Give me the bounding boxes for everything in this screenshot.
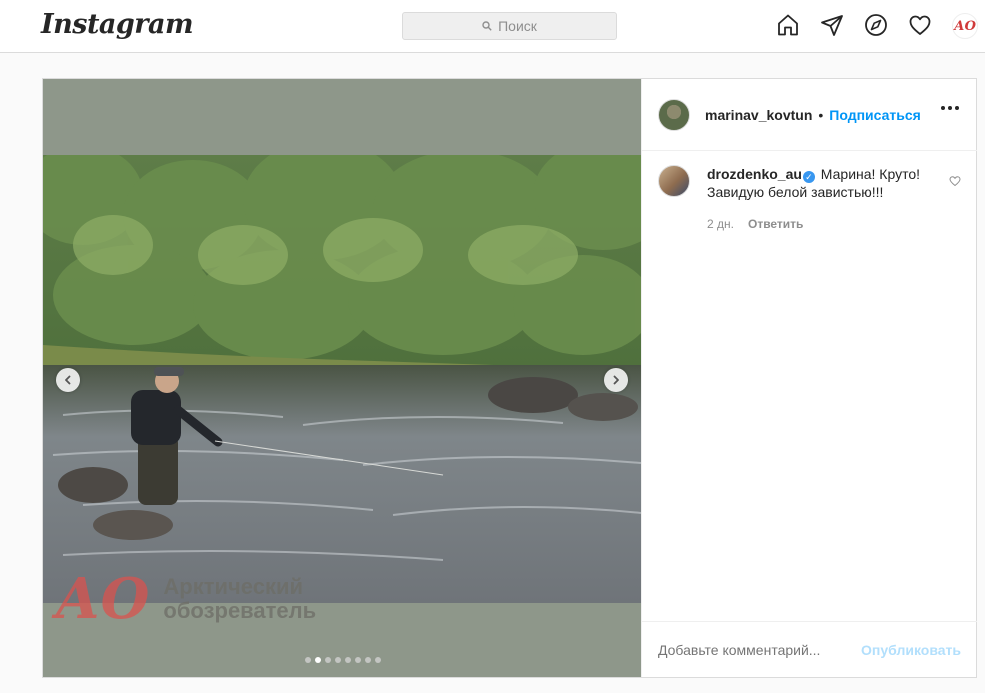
watermark-line2: обозреватель: [163, 598, 317, 623]
carousel-dot: [345, 657, 351, 663]
comment-avatar[interactable]: [658, 165, 690, 197]
comment-username[interactable]: drozdenko_au: [707, 166, 802, 182]
instagram-logo[interactable]: Instagram: [41, 9, 194, 40]
watermark-line1: Арктический: [163, 573, 304, 599]
carousel-dot: [335, 657, 341, 663]
comment-input[interactable]: [658, 641, 862, 658]
watermark-logo: АО: [55, 566, 150, 632]
activity-heart-icon[interactable]: [908, 13, 934, 39]
follow-button[interactable]: Подписаться: [829, 107, 921, 123]
chevron-right-icon: [613, 375, 619, 385]
more-options-icon[interactable]: [941, 106, 959, 110]
post-modal: АО Арктический обозреватель marinav_kovt…: [42, 78, 977, 678]
carousel-dot: [325, 657, 331, 663]
carousel-prev-button[interactable]: [56, 368, 80, 392]
author-username[interactable]: marinav_kovtun: [705, 107, 812, 123]
carousel-dot: [365, 657, 371, 663]
comment-meta: 2 дн. Ответить: [707, 217, 803, 231]
search-placeholder: Поиск: [498, 18, 537, 34]
post-photo: [43, 155, 641, 603]
comment-body: drozdenko_au ✓ Марина! Круто! Завидую бел…: [707, 165, 945, 201]
comment-time[interactable]: 2 дн.: [707, 217, 734, 231]
home-icon[interactable]: [776, 13, 802, 39]
explore-icon[interactable]: [864, 13, 890, 39]
post-media: АО Арктический обозреватель: [43, 79, 641, 677]
add-comment-bar: Опубликовать: [642, 621, 977, 677]
top-navigation-bar: Instagram Поиск АО: [0, 0, 985, 53]
chevron-left-icon: [65, 375, 71, 385]
carousel-dot: [305, 657, 311, 663]
comment-like-heart-icon[interactable]: [949, 175, 961, 187]
author-avatar[interactable]: [658, 98, 690, 131]
search-input[interactable]: Поиск: [402, 12, 617, 40]
post-header: marinav_kovtun • Подписаться: [642, 79, 977, 151]
watermark-text: Арктический обозреватель: [163, 573, 317, 623]
profile-avatar-initials: АО: [952, 13, 978, 39]
verified-badge-icon: ✓: [802, 171, 815, 183]
search-icon: [482, 21, 492, 31]
publish-button[interactable]: Опубликовать: [861, 642, 961, 658]
carousel-dot: [315, 657, 321, 663]
profile-avatar[interactable]: АО: [952, 13, 978, 39]
carousel-indicator: [305, 657, 381, 663]
carousel-dot: [375, 657, 381, 663]
watermark: АО Арктический обозреватель: [55, 571, 316, 627]
post-sidebar: marinav_kovtun • Подписаться drozdenko_a…: [641, 79, 977, 677]
direct-icon[interactable]: [820, 13, 846, 39]
separator: •: [818, 106, 824, 123]
reply-button[interactable]: Ответить: [748, 217, 803, 231]
carousel-dot: [355, 657, 361, 663]
carousel-next-button[interactable]: [604, 368, 628, 392]
